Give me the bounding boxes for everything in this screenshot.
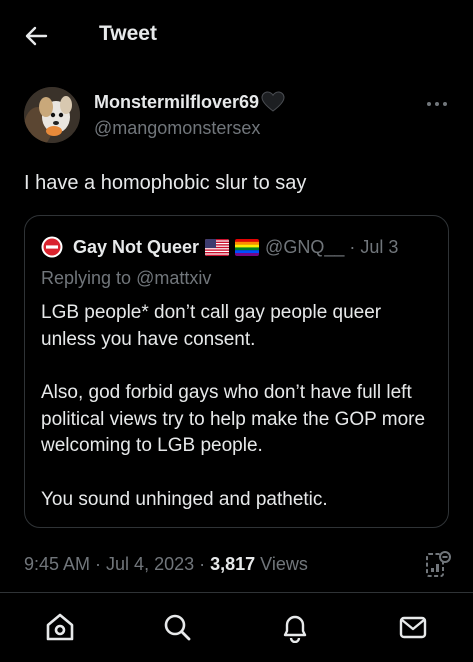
quoted-paragraph: Also, god forbid gays who don’t have ful…	[41, 382, 426, 456]
home-icon[interactable]	[44, 611, 76, 643]
quoted-author-name[interactable]: Gay Not Queer	[73, 237, 199, 258]
analytics-icon[interactable]	[424, 549, 452, 579]
top-bar: Tweet	[0, 0, 473, 70]
quoted-paragraph: You sound unhinged and pathetic.	[41, 488, 328, 510]
quoted-paragraph: LGB people* don’t call gay people queer …	[41, 302, 382, 350]
views-count: 3,817	[210, 554, 256, 574]
notifications-icon[interactable]	[279, 611, 311, 644]
separator-dot: ·	[349, 236, 356, 257]
search-icon[interactable]	[161, 611, 193, 643]
tweet-time[interactable]: 9:45 AM	[24, 554, 90, 574]
quoted-tweet-text: LGB people* don’t call gay people queer …	[41, 300, 436, 540]
tweet-text: I have a homophobic slur to say	[24, 172, 307, 194]
meta-separator: ·	[90, 554, 107, 574]
back-arrow-icon[interactable]	[22, 22, 50, 50]
meta-separator: ·	[194, 554, 211, 574]
replying-to-label: Replying to	[41, 268, 137, 288]
no-entry-icon	[41, 236, 63, 258]
tweet-date[interactable]: Jul 4, 2023	[106, 554, 194, 574]
quoted-tweet-date[interactable]: Jul 3	[360, 237, 398, 258]
bottom-nav	[0, 593, 473, 662]
replying-to-line: Replying to @mattxiv	[41, 268, 211, 289]
views-label: Views	[255, 554, 308, 574]
tweet-meta: 9:45 AM · Jul 4, 2023 · 3,817 Views	[24, 554, 308, 575]
us-flag-icon	[205, 238, 230, 256]
quoted-tweet[interactable]: Gay Not Queer @GNQ__ · Jul 3 Replying to…	[24, 215, 449, 528]
black-heart-icon	[261, 91, 285, 113]
replying-to-handle[interactable]: @mattxiv	[136, 268, 211, 288]
rainbow-flag-icon	[235, 238, 260, 256]
page-title: Tweet	[99, 22, 157, 45]
ellipsis-icon[interactable]	[425, 96, 449, 106]
messages-icon[interactable]	[397, 611, 429, 643]
quoted-tweet-header: Gay Not Queer @GNQ__ · Jul 3	[41, 236, 398, 258]
author-name-row[interactable]: Monstermilflover69	[94, 91, 285, 113]
author-display-name[interactable]: Monstermilflover69	[94, 92, 259, 113]
author-handle[interactable]: @mangomonstersex	[94, 118, 260, 139]
quoted-author-handle[interactable]: @GNQ__	[265, 237, 344, 258]
avatar[interactable]	[24, 87, 80, 143]
